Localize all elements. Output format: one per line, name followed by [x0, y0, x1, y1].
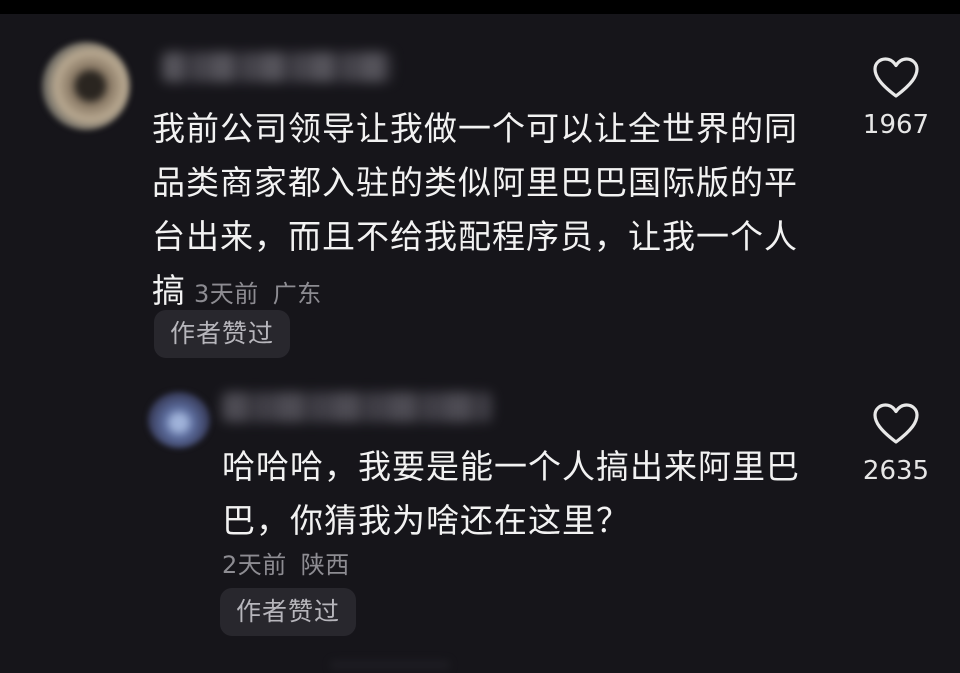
comment-location: 陕西 — [300, 551, 350, 579]
comment-meta: 2天前 陕西 — [222, 545, 350, 580]
comment-text[interactable]: 哈哈哈，我要是能一个人搞出来阿里巴巴，你猜我为啥还在这里？ — [222, 440, 842, 548]
avatar[interactable] — [148, 392, 210, 448]
like-control[interactable]: 1967 — [856, 56, 936, 140]
next-item-hint — [330, 660, 450, 670]
like-count: 2635 — [862, 456, 930, 486]
like-control[interactable]: 2635 — [856, 402, 936, 486]
username-redacted[interactable] — [222, 392, 492, 422]
top-status-strip — [0, 0, 960, 14]
comment-text[interactable]: 我前公司领导让我做一个可以让全世界的同品类商家都入驻的类似阿里巴巴国际版的平台出… — [152, 102, 812, 321]
author-liked-badge: 作者赞过 — [154, 310, 291, 358]
like-count: 1967 — [862, 110, 930, 140]
heart-outline-icon[interactable] — [856, 402, 936, 446]
heart-outline-icon[interactable] — [856, 56, 936, 100]
comment-time: 3天前 — [194, 280, 259, 308]
comment-time: 2天前 — [222, 551, 287, 579]
avatar[interactable] — [42, 42, 130, 130]
author-liked-badge: 作者赞过 — [220, 588, 357, 636]
username-redacted[interactable] — [162, 52, 392, 82]
comment-location: 广东 — [272, 280, 322, 308]
